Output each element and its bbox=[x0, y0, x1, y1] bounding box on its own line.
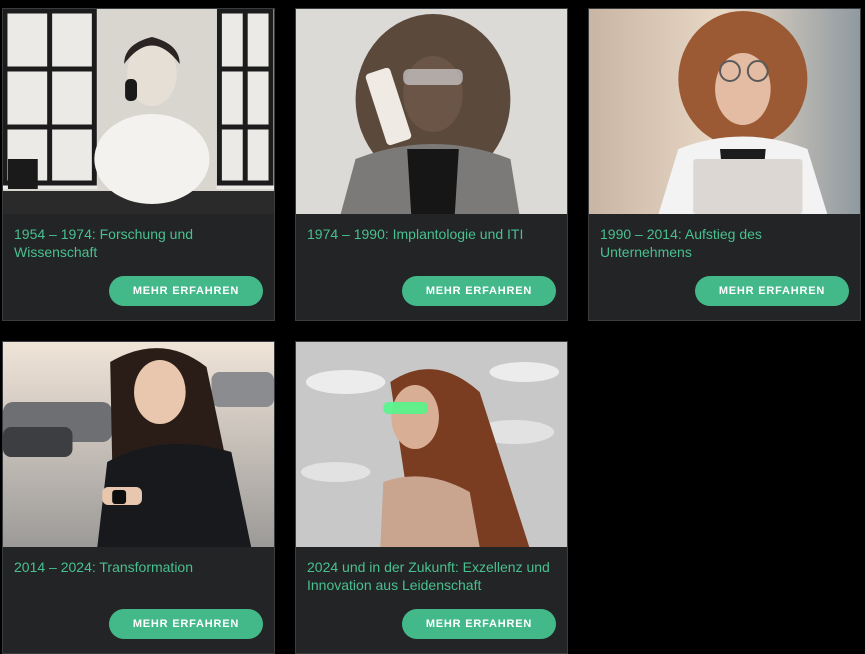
mehr-erfahren-button[interactable]: MEHR ERFAHREN bbox=[109, 276, 263, 306]
card-title: 2024 und in der Zukunft: Exzellenz und I… bbox=[307, 559, 550, 593]
card-title: 1954 – 1974: Forschung und Wissenschaft bbox=[14, 226, 194, 260]
woman-futuristic-glasses-photo bbox=[296, 342, 567, 547]
mehr-erfahren-button[interactable]: MEHR ERFAHREN bbox=[402, 609, 556, 639]
mehr-erfahren-button[interactable]: MEHR ERFAHREN bbox=[695, 276, 849, 306]
timeline-card: 1974 – 1990: Implantologie und ITI MEHR … bbox=[295, 8, 568, 321]
mehr-erfahren-button[interactable]: MEHR ERFAHREN bbox=[402, 276, 556, 306]
card-title: 2014 – 2024: Transformation bbox=[14, 559, 194, 575]
woman-vintage-telephone-photo bbox=[3, 9, 274, 214]
card-title: 1990 – 2014: Aufstieg des Unternehmens bbox=[600, 226, 762, 260]
timeline-card: 2024 und in der Zukunft: Exzellenz und I… bbox=[295, 341, 568, 654]
mehr-erfahren-button[interactable]: MEHR ERFAHREN bbox=[109, 609, 263, 639]
timeline-card: 1954 – 1974: Forschung und Wissenschaft … bbox=[2, 8, 275, 321]
woman-smartwatch-photo bbox=[3, 342, 274, 547]
card-title: 1974 – 1990: Implantologie und ITI bbox=[307, 226, 524, 242]
woman-brick-phone-photo bbox=[296, 9, 567, 214]
woman-smartphone-laptop-photo bbox=[589, 9, 860, 214]
timeline-card: 1990 – 2014: Aufstieg des Unternehmens M… bbox=[588, 8, 861, 321]
timeline-card: 2014 – 2024: Transformation MEHR ERFAHRE… bbox=[2, 341, 275, 654]
